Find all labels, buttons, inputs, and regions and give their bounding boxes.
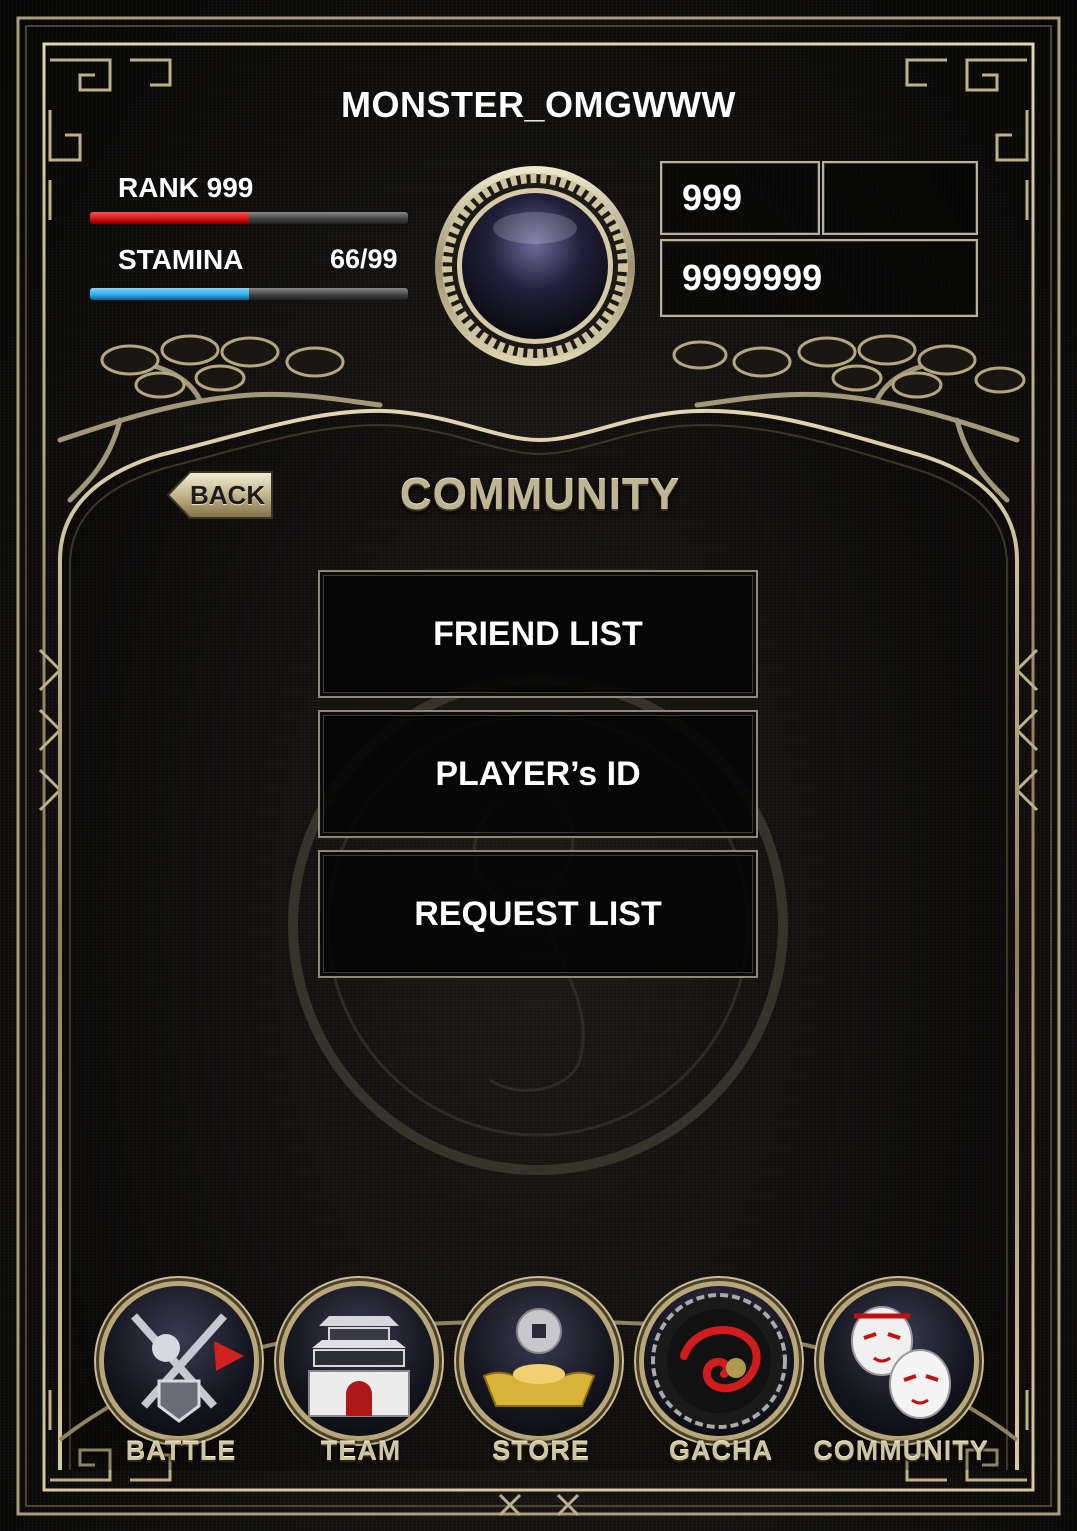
masks-icon	[851, 1306, 951, 1419]
nav-store-circle	[464, 1286, 614, 1436]
crossed-weapons-icon	[131, 1313, 244, 1423]
stamina-label: STAMINA	[118, 244, 244, 275]
back-button[interactable]: BACK	[166, 470, 274, 520]
back-label: BACK	[190, 480, 266, 510]
currency-primary-value: 999	[682, 177, 743, 218]
nav-battle-label: BATTLE	[125, 1436, 237, 1466]
rank-progress-fill	[90, 212, 249, 224]
nav-gacha-label: GACHA	[669, 1436, 773, 1466]
nav-community-label: COMMUNITY	[813, 1436, 989, 1466]
nav-battle-circle	[104, 1286, 254, 1436]
players-id-button[interactable]: PLAYER’s ID	[318, 710, 758, 838]
dragon-emblem-icon	[651, 1293, 787, 1429]
currency-secondary-box	[822, 161, 978, 235]
nav-store[interactable]: STORE	[456, 1286, 626, 1476]
nav-community-circle	[824, 1286, 974, 1436]
players-id-label: PLAYER’s ID	[435, 754, 641, 793]
rank-progress-bar	[90, 212, 408, 224]
request-list-label: REQUEST LIST	[414, 894, 662, 933]
request-list-button[interactable]: REQUEST LIST	[318, 850, 758, 978]
stamina-value: 66/99	[330, 244, 398, 274]
nav-team[interactable]: TEAM	[276, 1286, 446, 1476]
gold-value: 9999999	[682, 257, 823, 298]
nav-store-label: STORE	[492, 1436, 590, 1466]
player-avatar[interactable]	[432, 163, 638, 369]
gold-box: 9999999	[660, 239, 978, 317]
nav-community[interactable]: COMMUNITY	[813, 1286, 988, 1476]
friend-list-button[interactable]: FRIEND LIST	[318, 570, 758, 698]
nav-team-label: TEAM	[320, 1436, 402, 1466]
screen-title: COMMUNITY	[399, 470, 681, 519]
game-screen: MONSTER_OMGWWW RANK 999 STAMINA 66/99 99…	[0, 0, 1077, 1531]
nav-battle[interactable]: BATTLE	[96, 1286, 266, 1476]
friend-list-label: FRIEND LIST	[433, 614, 643, 653]
nav-gacha-circle	[644, 1286, 794, 1436]
gold-ingot-icon	[482, 1308, 596, 1407]
stamina-progress-fill	[90, 288, 249, 300]
nav-gacha[interactable]: GACHA	[636, 1286, 806, 1476]
nav-team-circle	[284, 1286, 434, 1436]
player-username: MONSTER_OMGWWW	[341, 84, 736, 125]
castle-icon	[308, 1316, 410, 1417]
currency-primary-box: 999	[660, 161, 820, 235]
stamina-progress-bar	[90, 288, 408, 300]
rank-label: RANK 999	[118, 172, 254, 203]
